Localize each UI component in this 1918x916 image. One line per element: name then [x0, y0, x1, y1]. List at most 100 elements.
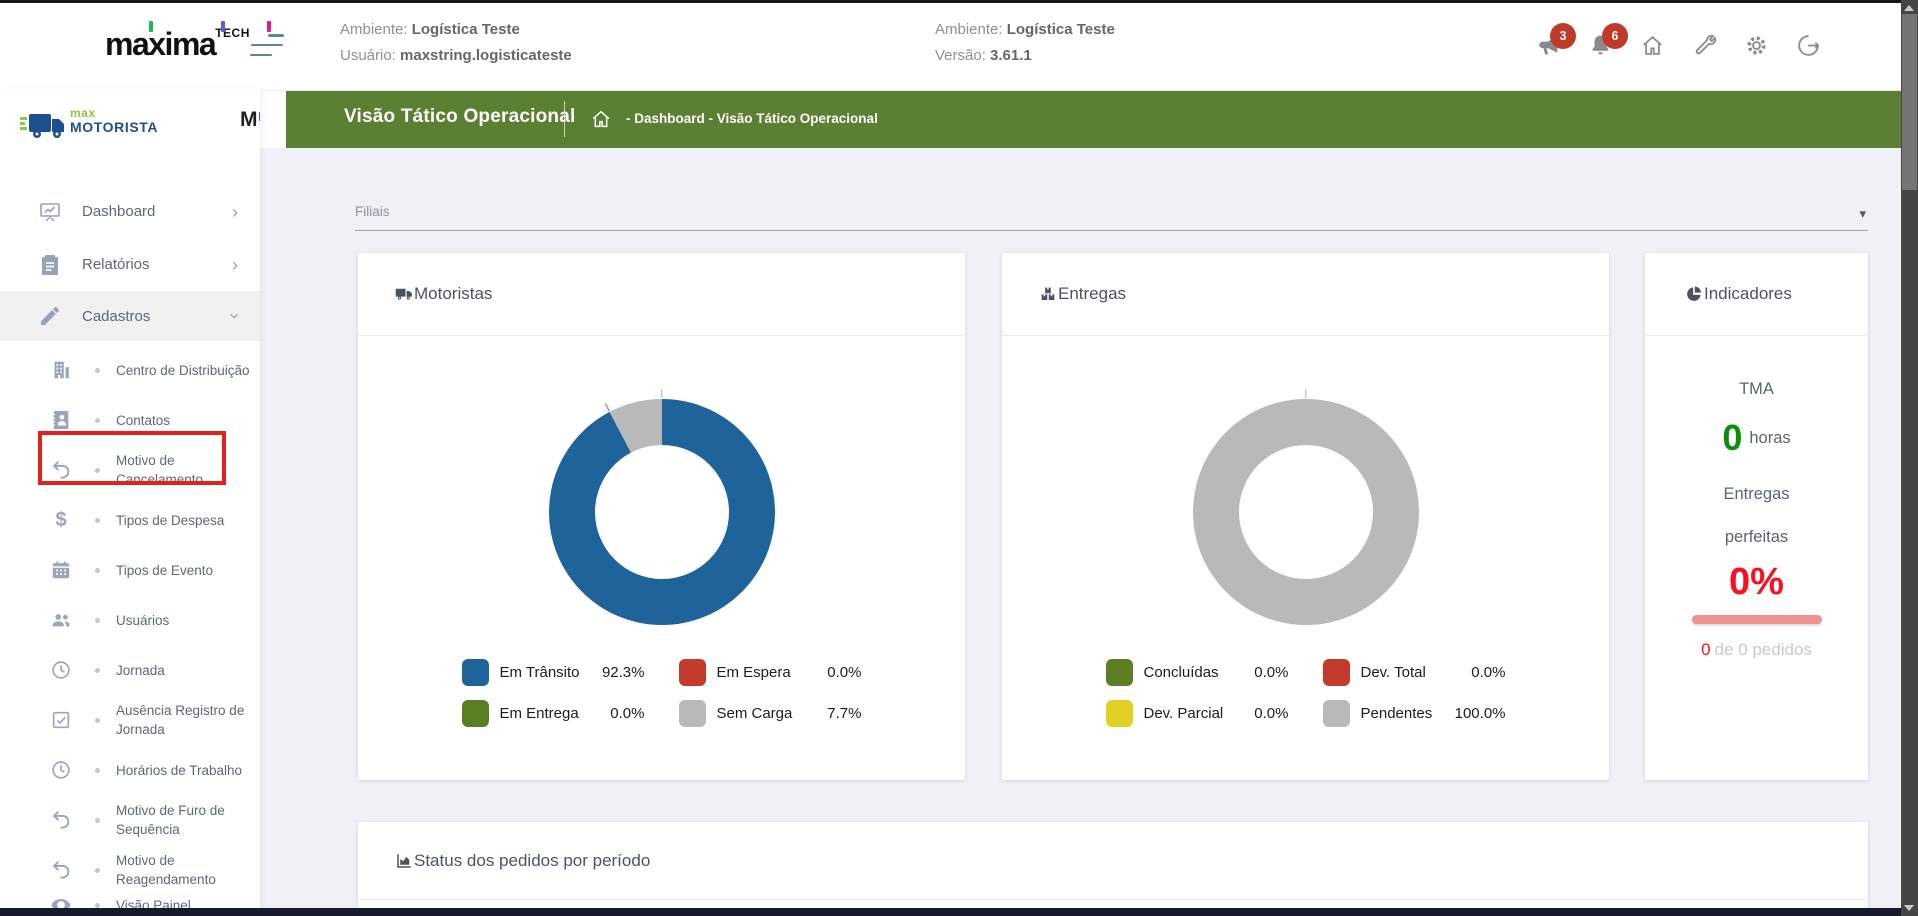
bullet-icon	[95, 618, 100, 623]
breadcrumb: - Dashboard - Visão Tático Operacional	[626, 111, 878, 126]
legend-item: Pendentes 100.0%	[1323, 699, 1506, 727]
clipboard-icon	[38, 253, 62, 277]
logout-button[interactable]	[1796, 33, 1821, 58]
tma-value-row: 0 horas	[1722, 417, 1790, 459]
app-window: maximaTECH Ambiente: Logística Teste Usu…	[0, 0, 1918, 916]
home-button[interactable]	[1640, 33, 1665, 58]
sidebar-item-motivo-de-cancelamento[interactable]: Motivo de Cancelamento	[0, 445, 260, 495]
metric-label-line1: Entregas	[1723, 485, 1789, 504]
select-caret-icon: ▾	[1859, 206, 1866, 222]
sidebar-item-centro-de-distribuicao[interactable]: Centro de Distribuição	[0, 345, 260, 395]
legend-item: Em Trânsito 92.3%	[462, 658, 645, 686]
logo-motorista-text: MOTORISTA	[70, 120, 158, 134]
sidebar-item-ausencia-registro-de-jornada[interactable]: Ausência Registro de Jornada	[0, 695, 260, 745]
sidebar-item-tipos-de-evento[interactable]: Tipos de Evento	[0, 545, 260, 595]
tools-button[interactable]	[1692, 33, 1717, 58]
sidebar-item-visao-painel[interactable]: Visão Painel	[0, 880, 260, 908]
building-icon	[50, 359, 72, 381]
environment-info-center: Ambiente: Logística Teste Versão: 3.61.1	[935, 17, 1115, 69]
status-pedidos-card: Status dos pedidos por período	[358, 822, 1868, 908]
announcements-badge: 3	[1550, 23, 1576, 49]
sidebar-item-usuarios[interactable]: Usuários	[0, 595, 260, 645]
legend-item: Em Espera 0.0%	[679, 658, 862, 686]
top-bar-actions: 3 6	[1536, 28, 1821, 62]
page-header: Visão Tático Operacional - Dashboard - V…	[286, 90, 1901, 148]
sidebar-item-label: Relatórios	[82, 256, 150, 273]
main-content: Visão Tático Operacional - Dashboard - V…	[260, 90, 1901, 908]
pie-chart-icon	[1685, 285, 1703, 303]
sidebar-item-cadastros[interactable]: Cadastros ›	[0, 291, 260, 341]
sidebar-item-label: Ausência Registro de Jornada	[116, 701, 252, 739]
legend-swatch	[1323, 700, 1350, 727]
legend-item: Concluídas 0.0%	[1106, 658, 1289, 686]
pencil-icon	[38, 304, 62, 328]
sidebar-item-label: Visão Painel	[116, 896, 191, 909]
gear-icon	[1744, 33, 1769, 58]
sidebar: max MOTORISTA M Dashboard › Relatórios ›…	[0, 90, 260, 908]
versao-value: 3.61.1	[990, 47, 1032, 64]
undo-icon	[50, 459, 72, 481]
donut-tick	[1305, 390, 1307, 399]
environment-info-left: Ambiente: Logística Teste Usuário: maxst…	[340, 17, 572, 69]
legend-swatch	[1106, 700, 1133, 727]
hamburger-menu-button[interactable]	[250, 34, 284, 56]
notifications-button[interactable]: 6	[1588, 33, 1613, 58]
top-bar: maximaTECH Ambiente: Logística Teste Usu…	[0, 0, 1901, 91]
entregas-card: Entregas Concluídas 0.0% Dev. Total 0.0%	[1002, 253, 1609, 780]
sidebar-item-label: Tipos de Despesa	[116, 511, 224, 530]
bullet-icon	[95, 868, 100, 873]
chevron-down-icon: ›	[226, 313, 244, 319]
contact-card-icon	[50, 409, 72, 431]
perfect-deliveries-percent: 0%	[1729, 561, 1784, 604]
card-title: Status dos pedidos por período	[414, 851, 650, 871]
sidebar-item-label: Centro de Distribuição	[116, 361, 250, 380]
dashboard-chart-icon	[38, 200, 62, 224]
usuario-value: maxstring.logisticateste	[400, 47, 572, 64]
sidebar-item-label: Motivo de Cancelamento	[116, 451, 252, 489]
motoristas-card: Motoristas Em Trânsito 92.3% Em Espera 0…	[358, 253, 965, 780]
tma-label: TMA	[1739, 380, 1774, 399]
filiais-select[interactable]: Filiais ▾	[355, 198, 1868, 231]
ambiente-value: Logística Teste	[1007, 21, 1115, 38]
legend-item: Em Entrega 0.0%	[462, 699, 645, 727]
breadcrumb-home-icon[interactable]	[590, 108, 612, 130]
bullet-icon	[95, 718, 100, 723]
users-icon	[50, 609, 72, 631]
notifications-badge: 6	[1602, 23, 1628, 49]
bullet-icon	[95, 668, 100, 673]
orders-text: de 0 pedidos	[1715, 640, 1812, 659]
sidebar-item-label: Horários de Trabalho	[116, 761, 242, 780]
announcements-button[interactable]: 3	[1536, 33, 1561, 58]
scroll-up-arrow-icon[interactable]	[1904, 5, 1914, 11]
scroll-down-arrow-icon[interactable]	[1904, 905, 1914, 911]
vertical-scrollbar[interactable]	[1901, 0, 1918, 916]
max-motorista-logo: max MOTORISTA M	[0, 90, 260, 162]
sidebar-menu: Dashboard › Relatórios › Cadastros ›	[0, 185, 260, 341]
wrench-icon	[1692, 33, 1717, 58]
bullet-icon	[95, 468, 100, 473]
header-divider	[564, 101, 565, 137]
logo-max-text: max	[70, 106, 158, 120]
legend-item: Sem Carga 7.7%	[679, 699, 862, 727]
sidebar-item-label: Cadastros	[82, 308, 150, 325]
settings-button[interactable]	[1744, 33, 1769, 58]
bullet-icon	[95, 368, 100, 373]
sidebar-item-motivo-de-furo-de-sequencia[interactable]: Motivo de Furo de Sequência	[0, 795, 260, 845]
sidebar-item-horarios-de-trabalho[interactable]: Horários de Trabalho	[0, 745, 260, 795]
sidebar-item-contatos[interactable]: Contatos	[0, 395, 260, 445]
motoristas-donut-chart	[549, 399, 775, 625]
sidebar-item-dashboard[interactable]: Dashboard ›	[0, 185, 260, 238]
bottom-bar	[0, 908, 1901, 916]
area-chart-icon	[395, 852, 413, 870]
sidebar-item-jornada[interactable]: Jornada	[0, 645, 260, 695]
card-title: Indicadores	[1704, 284, 1792, 304]
logo-blue-tick-icon	[221, 21, 225, 32]
sidebar-item-tipos-de-despesa[interactable]: $ Tipos de Despesa	[0, 495, 260, 545]
card-title: Motoristas	[414, 284, 492, 304]
sidebar-item-relatorios[interactable]: Relatórios ›	[0, 238, 260, 291]
entregas-card-header: Entregas	[1002, 253, 1609, 336]
cadastros-submenu: Centro de Distribuição Contatos Motivo d…	[0, 345, 260, 908]
logo-pink-tick-icon	[267, 21, 271, 32]
chevron-right-icon: ›	[232, 203, 238, 221]
scrollbar-thumb[interactable]	[1902, 14, 1917, 190]
